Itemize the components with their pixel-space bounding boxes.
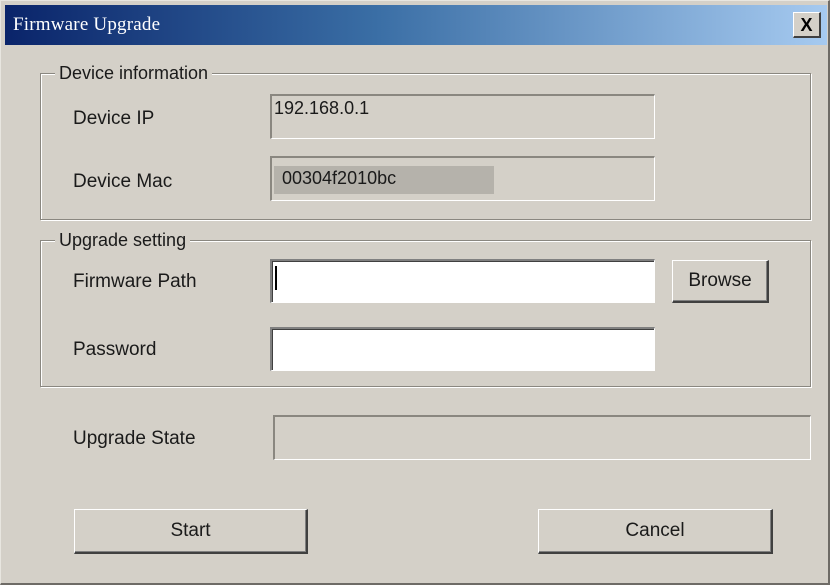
- device-mac-field: 00304f2010bc: [270, 156, 655, 201]
- device-mac-value: 00304f2010bc: [282, 168, 397, 188]
- browse-button[interactable]: Browse: [672, 260, 769, 303]
- device-ip-field: 192.168.0.1: [270, 94, 655, 139]
- close-button[interactable]: X: [793, 12, 821, 38]
- password-label: Password: [73, 339, 157, 360]
- device-ip-value: 192.168.0.1: [274, 98, 370, 118]
- upgrade-setting-legend: Upgrade setting: [55, 228, 191, 252]
- password-input[interactable]: [270, 327, 655, 371]
- firmware-upgrade-dialog: Firmware Upgrade X Device information De…: [0, 0, 830, 585]
- title-bar[interactable]: Firmware Upgrade X: [5, 5, 827, 45]
- cancel-button[interactable]: Cancel: [538, 509, 773, 554]
- device-mac-label: Device Mac: [73, 171, 173, 192]
- close-icon: X: [800, 14, 813, 35]
- device-mac-highlight: 00304f2010bc: [274, 166, 494, 194]
- upgrade-state-label: Upgrade State: [73, 428, 196, 449]
- firmware-path-wrapper: [270, 259, 655, 303]
- text-caret: [275, 266, 277, 290]
- device-information-legend: Device information: [55, 61, 213, 85]
- firmware-path-label: Firmware Path: [73, 271, 197, 292]
- device-ip-label: Device IP: [73, 108, 155, 129]
- start-button[interactable]: Start: [74, 509, 308, 554]
- firmware-path-input[interactable]: [270, 259, 655, 303]
- window-title: Firmware Upgrade: [13, 14, 161, 35]
- upgrade-state-field: [273, 415, 811, 460]
